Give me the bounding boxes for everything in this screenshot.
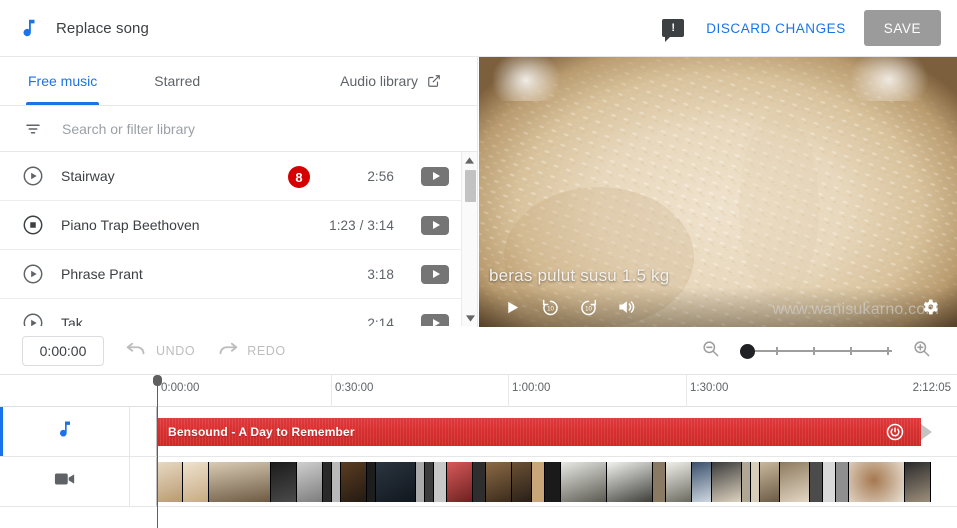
- tab-starred[interactable]: Starred: [154, 57, 200, 105]
- youtube-preview-button[interactable]: [421, 215, 449, 235]
- track-gutter: [130, 407, 157, 456]
- header-actions: ! DISCARD CHANGES SAVE: [662, 10, 957, 46]
- undo-icon: [126, 341, 147, 360]
- audio-library-label: Audio library: [340, 73, 418, 89]
- forward-10-icon[interactable]: 10: [569, 288, 607, 326]
- undo-label: UNDO: [156, 343, 196, 358]
- song-title: Stairway: [61, 168, 115, 184]
- svg-text:10: 10: [585, 305, 592, 312]
- redo-icon: [217, 341, 238, 360]
- video-track-header[interactable]: [0, 457, 130, 506]
- youtube-preview-button[interactable]: [421, 166, 449, 186]
- youtube-preview-button[interactable]: [421, 264, 449, 284]
- slider-tick: [813, 346, 815, 355]
- discard-changes-button[interactable]: DISCARD CHANGES: [706, 21, 846, 36]
- slider-track: [740, 349, 892, 352]
- search-input[interactable]: [62, 120, 402, 137]
- ruler-tick-label: 1:00:00: [508, 375, 550, 407]
- scroll-up-icon[interactable]: [462, 152, 477, 168]
- list-item[interactable]: Piano Trap Beethoven 1:23 / 3:14: [0, 201, 477, 250]
- library-search-row: [0, 106, 477, 152]
- video-track-body[interactable]: [157, 457, 957, 506]
- slider-tick: [850, 346, 852, 355]
- page-title: Replace song: [56, 19, 149, 37]
- audio-library-link[interactable]: Audio library: [340, 57, 441, 89]
- song-duration: 3:18: [367, 266, 394, 282]
- track-gutter: [130, 457, 157, 506]
- video-camera-icon: [54, 470, 76, 493]
- timeline-total-duration: 2:12:05: [912, 382, 951, 394]
- youtube-preview-button[interactable]: [421, 313, 449, 326]
- video-preview[interactable]: beras pulut susu 1.5 kg www.wanisukarno.…: [479, 57, 957, 327]
- song-title: Tak: [61, 315, 83, 326]
- undo-button[interactable]: UNDO: [126, 341, 195, 360]
- song-list: Stairway 2:56 8 Piano Trap Beethoven 1:2…: [0, 152, 477, 326]
- save-button[interactable]: SAVE: [863, 10, 941, 46]
- play-icon[interactable]: [22, 263, 44, 285]
- timeline-tracks: Bensound - A Day to Remember: [0, 407, 957, 528]
- play-icon[interactable]: [22, 165, 44, 187]
- svg-text:10: 10: [547, 305, 554, 312]
- audio-track-body[interactable]: Bensound - A Day to Remember: [157, 407, 957, 456]
- audio-clip-resize-handle[interactable]: [921, 424, 932, 440]
- stop-icon[interactable]: [22, 214, 44, 236]
- song-title: Phrase Prant: [61, 266, 143, 282]
- audio-clip[interactable]: Bensound - A Day to Remember: [157, 418, 921, 446]
- redo-button[interactable]: REDO: [217, 341, 286, 360]
- slider-tick: [887, 346, 889, 355]
- ruler-tick-label: 1:30:00: [686, 375, 728, 407]
- volume-icon[interactable]: [607, 288, 645, 326]
- library-tabs: Free music Starred Audio library: [0, 57, 477, 106]
- scroll-down-icon[interactable]: [462, 310, 477, 326]
- play-icon[interactable]: [493, 288, 531, 326]
- zoom-slider[interactable]: [740, 341, 892, 361]
- list-item[interactable]: Phrase Prant 3:18: [0, 250, 477, 299]
- external-link-icon: [427, 74, 441, 88]
- zoom-in-icon[interactable]: [912, 339, 931, 363]
- redo-label: REDO: [247, 343, 286, 358]
- music-library-panel: Free music Starred Audio library Search …: [0, 57, 478, 327]
- annotation-badge: 8: [288, 166, 310, 188]
- loop-icon[interactable]: [885, 422, 905, 446]
- song-duration: 2:14: [367, 315, 394, 327]
- scrollbar-thumb[interactable]: [465, 170, 476, 202]
- list-item[interactable]: Stairway 2:56 8: [0, 152, 477, 201]
- timeline-ruler[interactable]: 0:00:00 0:30:00 1:00:00 1:30:00 2:12:05: [0, 375, 957, 407]
- video-caption: beras pulut susu 1.5 kg: [489, 266, 670, 285]
- audio-clip-label: Bensound - A Day to Remember: [168, 425, 355, 439]
- audio-replace-editor: Replace song ! DISCARD CHANGES SAVE Free…: [0, 0, 957, 528]
- video-controls: 10 10: [479, 287, 957, 327]
- timeline-toolbar: 0:00:00 UNDO REDO: [0, 327, 957, 375]
- slider-tick: [776, 346, 778, 355]
- audio-track-header[interactable]: [0, 407, 130, 456]
- video-filmstrip[interactable]: [157, 462, 931, 502]
- music-note-icon: [55, 419, 75, 444]
- gear-icon[interactable]: [911, 288, 949, 326]
- song-duration: 2:56: [367, 168, 394, 184]
- ruler-tick-label: 0:30:00: [331, 375, 373, 407]
- app-header: Replace song ! DISCARD CHANGES SAVE: [0, 0, 957, 57]
- audio-track[interactable]: Bensound - A Day to Remember: [0, 407, 957, 457]
- song-list-scrollbar[interactable]: [461, 152, 477, 326]
- play-icon[interactable]: [22, 312, 44, 326]
- ruler-tick-label: 0:00:00: [157, 375, 199, 407]
- zoom-controls: [701, 339, 931, 363]
- zoom-out-icon[interactable]: [701, 339, 720, 363]
- replay-10-icon[interactable]: 10: [531, 288, 569, 326]
- video-track[interactable]: [0, 457, 957, 507]
- filter-icon[interactable]: [23, 119, 43, 139]
- current-time-field[interactable]: 0:00:00: [22, 335, 104, 366]
- tab-free-music[interactable]: Free music: [25, 57, 100, 105]
- music-note-icon: [16, 15, 42, 41]
- feedback-badge-icon[interactable]: !: [662, 19, 685, 42]
- slider-thumb[interactable]: [740, 343, 755, 359]
- song-duration: 1:23 / 3:14: [329, 217, 394, 233]
- list-item[interactable]: Tak 2:14: [0, 299, 477, 326]
- song-title: Piano Trap Beethoven: [61, 217, 200, 233]
